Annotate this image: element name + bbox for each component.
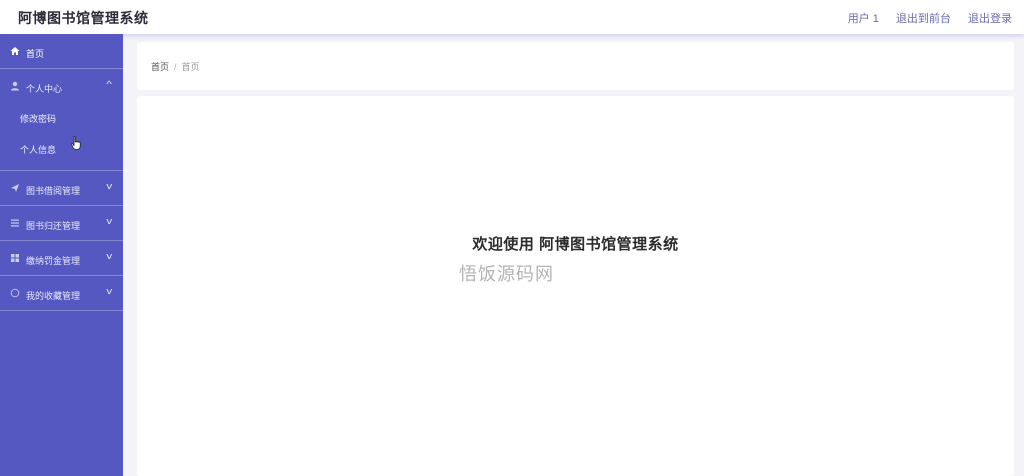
hand-cursor-icon: [71, 136, 81, 150]
sidebar-item-label: 图书借阅管理: [26, 186, 81, 196]
chevron-up-icon: ^: [106, 79, 112, 89]
sidebar-item-home[interactable]: 首页: [0, 34, 123, 69]
back-to-front-link[interactable]: 退出到前台: [896, 13, 951, 25]
breadcrumb-separator: /: [174, 62, 177, 72]
sidebar-item-label: 图书归还管理: [26, 221, 81, 231]
logout-link[interactable]: 退出登录: [968, 13, 1012, 25]
sidebar-item-label: 个人中心: [26, 84, 63, 94]
user-icon: [10, 81, 20, 91]
sidebar-item-label: 我的收藏管理: [26, 291, 81, 301]
sidebar-item-fine-management[interactable]: 缴纳罚金管理 v: [0, 241, 123, 276]
circle-icon: [10, 288, 20, 298]
chevron-down-icon: v: [105, 181, 112, 191]
personal-center-submenu: 修改密码 个人信息: [0, 104, 123, 171]
sidebar-item-personal-info[interactable]: 个人信息: [0, 135, 123, 166]
sidebar-item-borrow-management[interactable]: 图书借阅管理 v: [0, 171, 123, 206]
breadcrumb-card: 首页 / 首页: [137, 42, 1014, 90]
breadcrumb-current: 首页: [181, 62, 200, 72]
sidebar-item-change-password[interactable]: 修改密码: [0, 104, 123, 135]
top-bar: 阿博图书馆管理系统 用户 1 退出到前台 退出登录: [0, 0, 1024, 34]
breadcrumb: 首页 / 首页: [151, 60, 200, 73]
main-card: 欢迎使用 阿博图书馆管理系统 悟饭源码网: [137, 96, 1014, 476]
home-icon: [10, 46, 20, 56]
current-user: 用户 1: [847, 13, 879, 25]
list-icon: [10, 218, 20, 228]
chevron-down-icon: v: [105, 216, 112, 226]
chevron-down-icon: v: [105, 286, 112, 296]
app-title: 阿博图书馆管理系统: [18, 10, 149, 26]
sidebar-item-label: 缴纳罚金管理: [26, 256, 81, 266]
welcome-message: 欢迎使用 阿博图书馆管理系统: [472, 236, 679, 253]
sidebar-item-personal-center[interactable]: 个人中心 ^: [0, 69, 123, 104]
sidebar-item-favorites-management[interactable]: 我的收藏管理 v: [0, 276, 123, 311]
sidebar: 首页 个人中心 ^ 修改密码 个人信息 图书借阅管理 v 图书归还管理 v 缴纳…: [0, 34, 123, 476]
breadcrumb-home[interactable]: 首页: [151, 62, 169, 72]
send-icon: [10, 183, 20, 193]
sidebar-item-return-management[interactable]: 图书归还管理 v: [0, 206, 123, 241]
watermark-text: 悟饭源码网: [459, 264, 554, 285]
chevron-down-icon: v: [105, 251, 112, 261]
sidebar-item-label: 首页: [26, 49, 45, 59]
grid-icon: [10, 253, 20, 263]
top-actions: 用户 1 退出到前台 退出登录: [834, 10, 1012, 26]
